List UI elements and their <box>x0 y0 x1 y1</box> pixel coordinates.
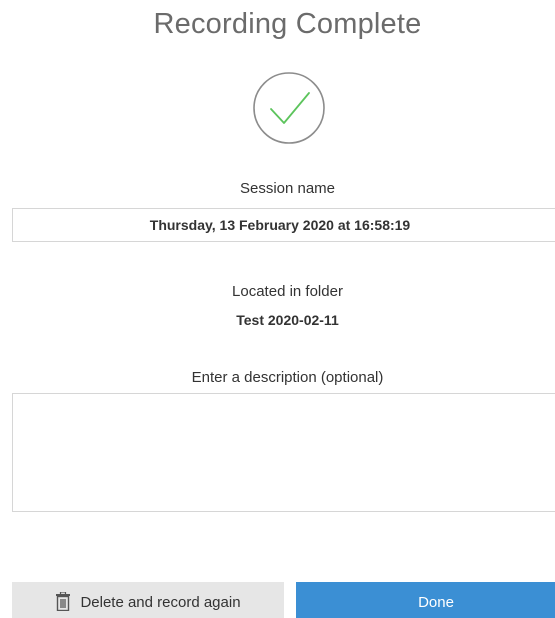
checkmark-circle-icon <box>252 71 326 145</box>
done-button[interactable]: Done <box>296 582 555 618</box>
session-name-value: Thursday, 13 February 2020 at 16:58:19 <box>149 217 411 233</box>
folder-value: Test 2020-02-11 <box>236 312 339 328</box>
description-input[interactable] <box>12 393 555 512</box>
trash-icon <box>55 591 71 612</box>
session-name-field[interactable]: Thursday, 13 February 2020 at 16:58:19 <box>12 208 555 242</box>
recording-complete-dialog: Recording Complete Session name Thursday… <box>0 0 555 618</box>
delete-and-record-again-button[interactable]: Delete and record again <box>12 582 284 618</box>
folder-label: Located in folder <box>232 283 343 300</box>
done-button-label: Done <box>418 594 454 611</box>
delete-button-label: Delete and record again <box>80 594 241 611</box>
dialog-title: Recording Complete <box>153 8 422 40</box>
session-name-label: Session name <box>239 180 336 197</box>
description-label: Enter a description (optional) <box>191 369 384 386</box>
